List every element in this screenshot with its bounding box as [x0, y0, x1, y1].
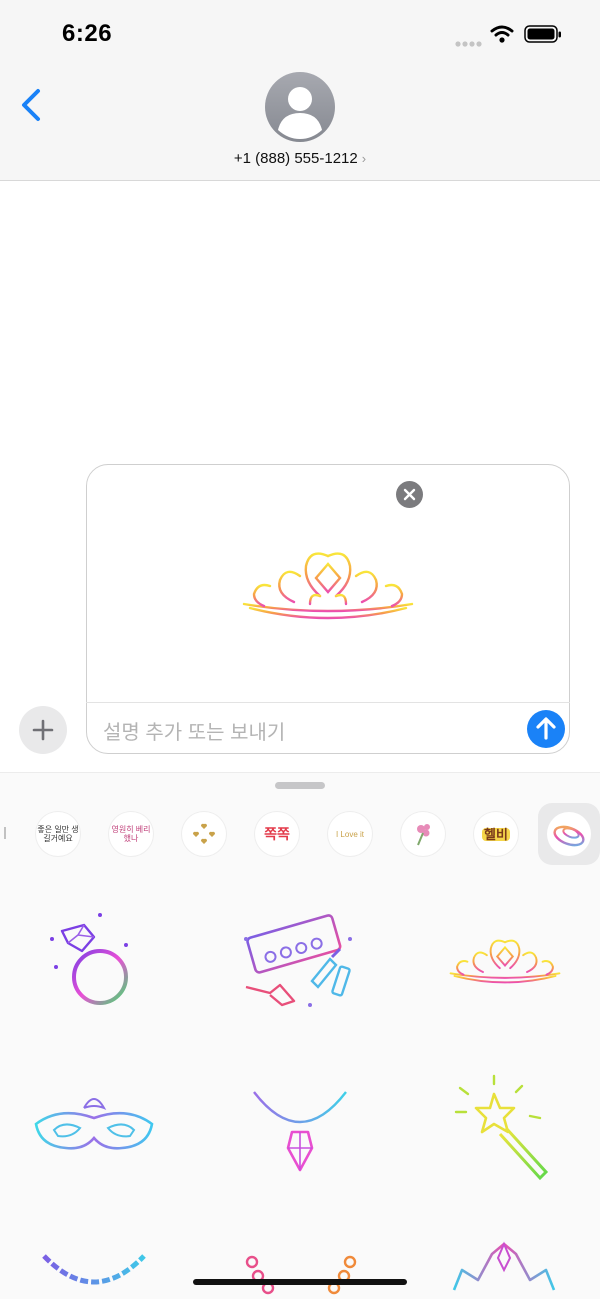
sticker-bead-necklace[interactable]	[244, 1252, 364, 1303]
plus-icon	[32, 719, 54, 741]
sticker-ring[interactable]	[38, 905, 138, 1010]
hearts-icon	[192, 823, 216, 844]
cellular-signal-icon	[455, 35, 483, 53]
contact-name-button[interactable]: +1 (888) 555-1212 ›	[0, 150, 600, 167]
sticker-pack-3[interactable]	[182, 812, 226, 856]
sticker-pack-selected[interactable]	[538, 803, 600, 865]
battery-icon	[524, 24, 562, 49]
sticker-pack-2[interactable]: 영원히 베리했나	[109, 812, 153, 856]
back-button[interactable]	[18, 88, 44, 127]
chevron-right-icon: ›	[361, 151, 367, 166]
sticker-pack-7[interactable]: 헬비	[474, 812, 518, 856]
arrow-up-icon	[536, 717, 556, 740]
wifi-icon	[490, 24, 514, 49]
sticker-pack-label: 좋은 일만 생길거예요	[37, 825, 79, 843]
sticker-tiara[interactable]	[448, 935, 562, 992]
close-icon	[403, 488, 416, 501]
sticker-magic-wand[interactable]	[450, 1072, 556, 1187]
remove-attachment-button[interactable]	[396, 481, 423, 508]
compose-divider	[86, 702, 570, 703]
sticker-pack-6[interactable]	[401, 812, 445, 856]
status-time: 6:26	[62, 20, 113, 47]
attached-tiara-sticker[interactable]	[240, 546, 416, 629]
sticker-pack-label: 영원히 베리했나	[111, 825, 151, 843]
sticker-pack-5[interactable]: I Love it	[328, 812, 372, 856]
sticker-crown[interactable]	[448, 1240, 560, 1303]
send-button[interactable]	[527, 710, 565, 748]
sticker-pack-label: 쪽쪽	[264, 825, 290, 842]
sticker-drawer	[0, 772, 600, 1299]
contact-avatar[interactable]	[265, 72, 335, 147]
rainbow-ring-icon	[547, 812, 591, 856]
contact-number: +1 (888) 555-1212	[233, 150, 358, 167]
sticker-makeup-palette[interactable]	[240, 905, 360, 1018]
tray-scroll-edge	[0, 825, 8, 841]
sticker-masquerade-mask[interactable]	[30, 1088, 158, 1169]
sticker-chain-necklace[interactable]	[40, 1252, 150, 1303]
bouquet-icon	[417, 824, 430, 846]
drawer-grabber[interactable]	[275, 782, 325, 789]
sticker-pendant-necklace[interactable]	[248, 1088, 352, 1181]
caption-placeholder[interactable]: 설명 추가 또는 보내기	[103, 716, 285, 745]
sticker-pack-label: 헬비	[482, 826, 510, 842]
home-indicator[interactable]	[193, 1279, 407, 1285]
sticker-pack-label: I Love it	[335, 829, 364, 839]
sticker-pack-4[interactable]: 쪽쪽	[255, 812, 299, 856]
apps-button[interactable]	[19, 706, 67, 754]
sticker-pack-1[interactable]: 좋은 일만 생길거예요	[36, 812, 80, 856]
